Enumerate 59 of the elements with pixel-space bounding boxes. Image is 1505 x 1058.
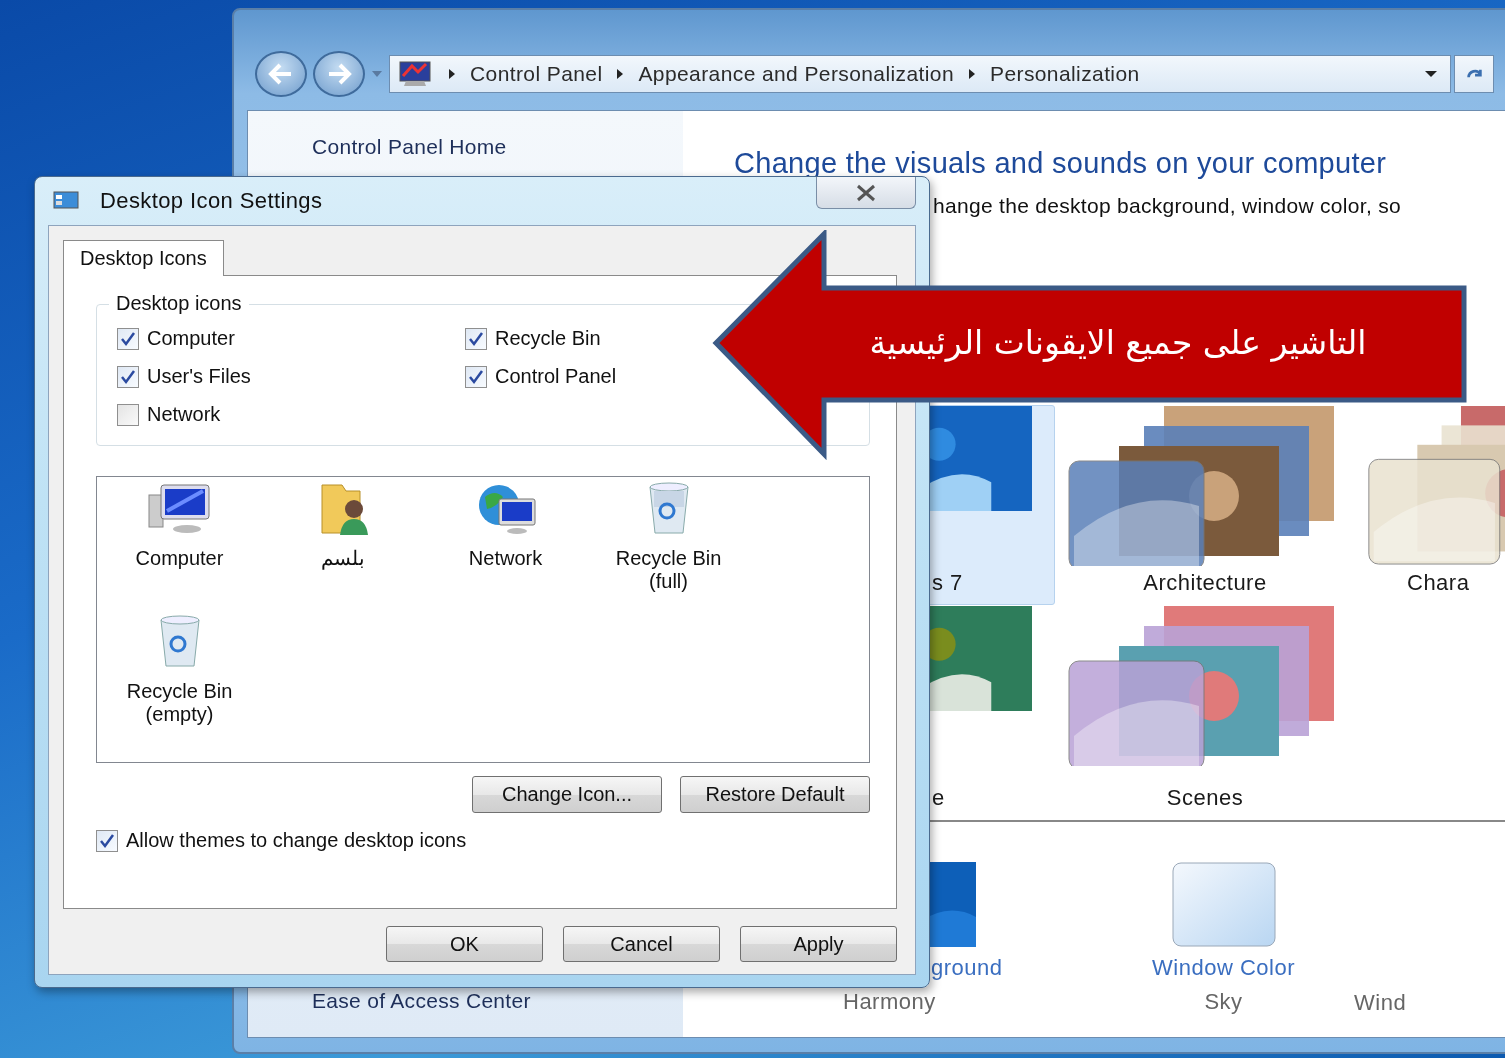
sidebar-link[interactable]: Ease of Access Center bbox=[312, 989, 531, 1013]
checkbox[interactable] bbox=[96, 829, 118, 852]
window-color-icon bbox=[1171, 862, 1276, 947]
breadcrumb-item[interactable]: Appearance and Personalization bbox=[638, 62, 954, 86]
icon-label: Recycle Bin (full) bbox=[614, 547, 723, 593]
icon-label: بلسم bbox=[320, 547, 365, 570]
sidebar-link[interactable]: Control Panel Home bbox=[312, 135, 507, 159]
checkbox-label: Allow themes to change desktop icons bbox=[126, 829, 467, 852]
close-button[interactable] bbox=[816, 177, 916, 209]
theme-name: s 7 bbox=[931, 570, 964, 596]
caret-icon[interactable] bbox=[1424, 70, 1438, 78]
back-button[interactable] bbox=[255, 51, 307, 97]
checkbox-label: Recycle Bin bbox=[495, 327, 601, 350]
page-description: hange the desktop background, window color, so bbox=[933, 194, 1401, 218]
address-bar[interactable]: Control Panel Appearance and Personalization Personalization bbox=[389, 55, 1451, 93]
monitor-icon bbox=[398, 60, 432, 88]
theme-name: e bbox=[931, 785, 946, 811]
icon-label: Recycle Bin (empty) bbox=[125, 680, 234, 726]
settings-link[interactable]: Window Color bbox=[1152, 955, 1295, 981]
dialog-title: Desktop Icon Settings bbox=[100, 188, 323, 214]
setting-value: Harmony bbox=[842, 989, 936, 1015]
theme-name: Architecture bbox=[1143, 570, 1267, 596]
forward-arrow-icon bbox=[326, 63, 352, 85]
breadcrumb-item[interactable]: Personalization bbox=[990, 62, 1140, 86]
page-heading: Change the visuals and sounds on your computer bbox=[733, 146, 1388, 180]
refresh-button[interactable] bbox=[1454, 55, 1494, 93]
checkbox-label: User's Files bbox=[147, 365, 251, 388]
forward-button[interactable] bbox=[313, 51, 365, 97]
theme-item[interactable]: Architecture bbox=[1055, 405, 1355, 605]
theme-item[interactable]: Scenes bbox=[1055, 605, 1355, 820]
icon-label: Network bbox=[468, 547, 543, 570]
checkbox[interactable] bbox=[117, 403, 139, 426]
dialog-button[interactable]: OK bbox=[386, 926, 543, 962]
checkbox[interactable] bbox=[465, 327, 487, 350]
dialog-button[interactable]: Apply bbox=[740, 926, 897, 962]
refresh-icon bbox=[1466, 68, 1482, 80]
chevron-icon bbox=[616, 68, 625, 80]
dialog-button[interactable]: Restore Default bbox=[680, 776, 870, 813]
setting-value: Sky bbox=[1204, 989, 1243, 1015]
breadcrumb-item[interactable]: Control Panel bbox=[470, 62, 603, 86]
checkbox[interactable] bbox=[117, 327, 139, 350]
back-arrow-icon bbox=[268, 63, 294, 85]
theme-item[interactable]: Chara bbox=[1355, 405, 1505, 605]
theme-name: Scenes bbox=[1166, 785, 1244, 811]
tab[interactable]: Desktop Icons bbox=[63, 240, 224, 276]
chevron-icon bbox=[968, 68, 976, 80]
dialog-button[interactable]: Change Icon... bbox=[472, 776, 662, 813]
chevron-icon bbox=[448, 68, 456, 80]
checkbox[interactable] bbox=[117, 365, 139, 388]
setting-value: Wind bbox=[1353, 990, 1407, 1016]
dialog-button[interactable]: Cancel bbox=[563, 926, 720, 962]
group-title: Desktop icons bbox=[109, 292, 249, 315]
callout-text: التاشير على جميع الايقونات الرئيسية bbox=[868, 322, 1368, 364]
checkbox[interactable] bbox=[465, 365, 487, 388]
checkbox-label: Computer bbox=[147, 327, 235, 350]
checkbox-label: Network bbox=[147, 403, 221, 426]
theme-name: Chara bbox=[1406, 570, 1471, 596]
checkbox-label: Control Panel bbox=[495, 365, 617, 388]
icon-label: Computer bbox=[135, 547, 224, 570]
